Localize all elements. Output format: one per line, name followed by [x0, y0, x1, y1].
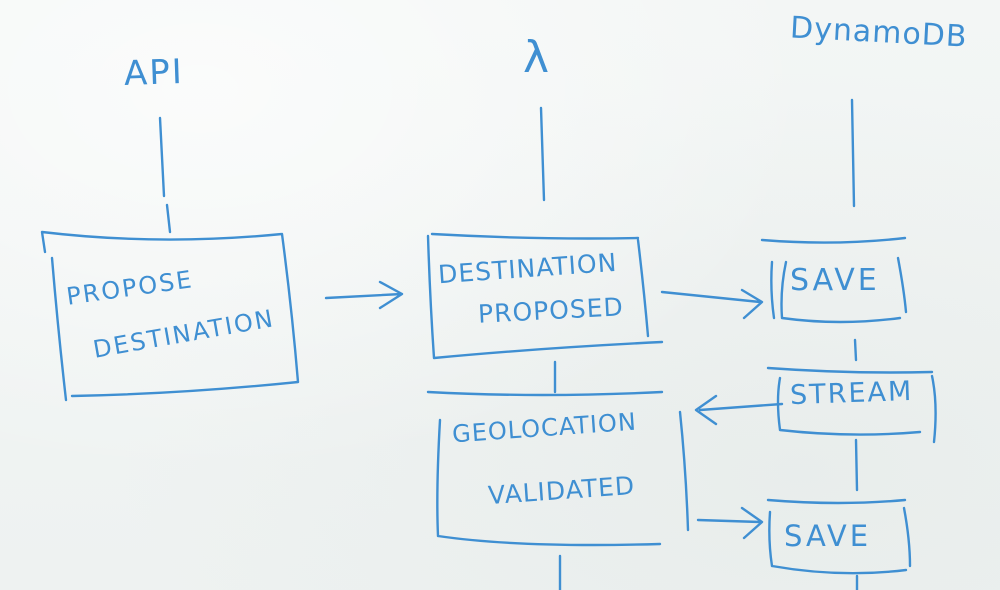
- lambda-column-label: λ: [523, 32, 552, 83]
- api-lifeline: [158, 116, 172, 234]
- destination-proposed-line2: PROPOSED: [477, 292, 625, 329]
- arrow-propose-to-proposed: [324, 280, 404, 310]
- dynamodb-lifeline-seg1: [853, 338, 858, 362]
- dynamodb-lifeline-seg2: [854, 438, 859, 492]
- arrow-stream-to-geolocation: [694, 394, 784, 426]
- save-top-label: SAVE: [790, 263, 880, 298]
- stream-label: STREAM: [789, 375, 914, 412]
- dynamodb-lifeline-top: [850, 98, 856, 208]
- arrow-proposed-to-save: [660, 288, 764, 320]
- lambda-lifeline-top: [539, 106, 546, 202]
- save-bottom-label: SAVE: [784, 519, 872, 553]
- api-column-label: API: [123, 51, 185, 95]
- arrow-geolocation-to-save: [696, 506, 764, 540]
- dynamodb-column-label: DynamoDB: [789, 10, 969, 55]
